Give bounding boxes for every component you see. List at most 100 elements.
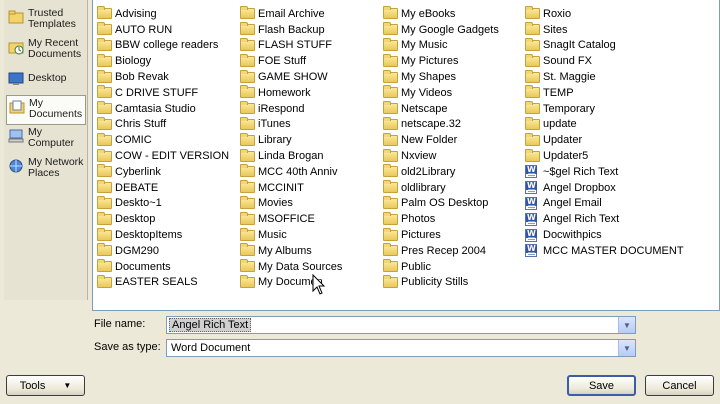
- folder-item[interactable]: Bob Revak: [97, 69, 229, 85]
- folder-item[interactable]: Biology: [97, 53, 229, 69]
- document-item[interactable]: ~$gel Rich Text: [525, 164, 684, 180]
- folder-item[interactable]: C DRIVE STUFF: [97, 85, 229, 101]
- folder-item[interactable]: FOE Stuff: [240, 53, 342, 69]
- document-item[interactable]: Angel Dropbox: [525, 180, 684, 196]
- folder-item[interactable]: Cyberlink: [97, 164, 229, 180]
- folder-item[interactable]: SnagIt Catalog: [525, 37, 684, 54]
- folder-item[interactable]: Email Archive: [240, 6, 342, 22]
- folder-item[interactable]: Linda Brogan: [240, 148, 342, 164]
- folder-item[interactable]: MSOFFICE: [240, 211, 342, 227]
- folder-item[interactable]: Chris Stuff: [97, 116, 229, 133]
- folder-item[interactable]: Palm OS Desktop: [383, 195, 499, 212]
- folder-item[interactable]: COW - EDIT VERSION: [97, 148, 229, 164]
- document-item[interactable]: Docwithpics: [525, 227, 684, 243]
- folder-item[interactable]: Temporary: [525, 101, 684, 117]
- place-trusted-templates[interactable]: Trusted Templates: [6, 6, 86, 32]
- folder-item[interactable]: My Videos: [383, 85, 499, 101]
- folder-item[interactable]: My Music: [383, 37, 499, 54]
- place-my-recent-documents[interactable]: My Recent Documents: [6, 36, 86, 62]
- item-name: My Videos: [401, 86, 453, 99]
- item-name: Linda Brogan: [258, 150, 324, 163]
- folder-item[interactable]: Netscape: [383, 101, 499, 117]
- folder-item[interactable]: Documents: [97, 259, 229, 275]
- folder-item[interactable]: TEMP: [525, 85, 684, 101]
- place-label: Desktop: [28, 72, 67, 84]
- folder-item[interactable]: COMIC: [97, 132, 229, 148]
- folder-item[interactable]: Movies: [240, 195, 342, 212]
- folder-icon: [525, 53, 540, 67]
- document-item[interactable]: Angel Email: [525, 196, 684, 212]
- folder-item[interactable]: My Albums: [240, 243, 342, 259]
- folder-item[interactable]: My Documen: [240, 274, 342, 291]
- folder-item[interactable]: iTunes: [240, 116, 342, 133]
- folder-item[interactable]: My eBooks: [383, 6, 499, 22]
- folder-icon: [383, 53, 398, 67]
- document-item[interactable]: MCC MASTER DOCUMENT: [525, 243, 684, 259]
- folder-item[interactable]: St. Maggie: [525, 69, 684, 85]
- folder-item[interactable]: Sound FX: [525, 53, 684, 69]
- folder-item[interactable]: Pres Recep 2004: [383, 243, 499, 259]
- folder-item[interactable]: Homework: [240, 85, 342, 101]
- folder-item[interactable]: Camtasia Studio: [97, 101, 229, 117]
- folder-icon: [240, 148, 255, 162]
- folder-item[interactable]: update: [525, 116, 684, 133]
- file-name-input[interactable]: Angel Rich Text ▼: [166, 316, 636, 334]
- item-name: Sound FX: [543, 55, 592, 68]
- trusted-templates-icon: [8, 9, 24, 25]
- folder-item[interactable]: New Folder: [383, 132, 499, 148]
- folder-item[interactable]: Publicity Stills: [383, 274, 499, 291]
- folder-item[interactable]: MCCINIT: [240, 180, 342, 196]
- folder-item[interactable]: My Pictures: [383, 53, 499, 69]
- folder-item[interactable]: DesktopItems: [97, 227, 229, 243]
- folder-item[interactable]: BBW college readers: [97, 37, 229, 54]
- folder-item[interactable]: GAME SHOW: [240, 69, 342, 85]
- folder-item[interactable]: Nxview: [383, 148, 499, 164]
- folder-item[interactable]: Desktop: [97, 211, 229, 227]
- folder-item[interactable]: oldlibrary: [383, 180, 499, 196]
- file-column-2: Email Archive Flash Backup FLASH STUFF FOE …: [240, 6, 342, 290]
- folder-item[interactable]: DGM290: [97, 243, 229, 259]
- folder-item[interactable]: Sites: [525, 22, 684, 38]
- place-my-computer[interactable]: My Computer: [6, 125, 86, 151]
- place-desktop[interactable]: Desktop: [6, 68, 86, 94]
- document-item[interactable]: Angel Rich Text: [525, 211, 684, 227]
- item-name: Biology: [115, 55, 152, 68]
- folder-item[interactable]: Public: [383, 259, 499, 275]
- folder-item[interactable]: Advising: [97, 6, 229, 22]
- folder-item[interactable]: FLASH STUFF: [240, 37, 342, 54]
- folder-item[interactable]: Library: [240, 132, 342, 148]
- folder-item[interactable]: EASTER SEALS: [97, 274, 229, 291]
- folder-item[interactable]: AUTO RUN: [97, 22, 229, 38]
- my-documents-icon: [9, 99, 25, 115]
- folder-item[interactable]: Updater: [525, 132, 684, 148]
- cancel-button[interactable]: Cancel: [645, 375, 714, 396]
- folder-item[interactable]: My Shapes: [383, 69, 499, 85]
- folder-item[interactable]: Photos: [383, 211, 499, 227]
- tools-button[interactable]: Tools ▼: [6, 375, 85, 396]
- folder-item[interactable]: MCC 40th Anniv: [240, 164, 342, 180]
- folder-icon: [383, 101, 398, 115]
- folder-item[interactable]: My Google Gadgets: [383, 22, 499, 38]
- folder-item[interactable]: Pictures: [383, 227, 499, 243]
- folder-item[interactable]: Updater5: [525, 148, 684, 164]
- folder-item[interactable]: Deskto~1: [97, 195, 229, 212]
- folder-item[interactable]: DEBATE: [97, 180, 229, 196]
- folder-item[interactable]: iRespond: [240, 101, 342, 117]
- folder-icon: [97, 69, 112, 83]
- folder-item[interactable]: Music: [240, 227, 342, 243]
- file-name-dropdown[interactable]: ▼: [618, 317, 635, 333]
- item-name: My Albums: [258, 244, 312, 257]
- folder-icon: [97, 243, 112, 257]
- folder-item[interactable]: Roxio: [525, 6, 684, 22]
- save-button[interactable]: Save: [567, 375, 636, 396]
- place-my-network-places[interactable]: My Network Places: [6, 155, 86, 181]
- file-column-3: My eBooks My Google Gadgets My Music My Pic…: [383, 6, 499, 290]
- place-my-documents[interactable]: My Documents: [6, 95, 86, 125]
- folder-item[interactable]: Flash Backup: [240, 22, 342, 38]
- folder-item[interactable]: netscape.32: [383, 116, 499, 133]
- file-list[interactable]: Advising AUTO RUN BBW college readers Biolo…: [92, 0, 720, 311]
- save-type-dropdown[interactable]: ▼: [618, 340, 635, 356]
- save-type-select[interactable]: Word Document ▼: [166, 339, 636, 357]
- folder-item[interactable]: old2Library: [383, 164, 499, 180]
- folder-item[interactable]: My Data Sources: [240, 259, 342, 275]
